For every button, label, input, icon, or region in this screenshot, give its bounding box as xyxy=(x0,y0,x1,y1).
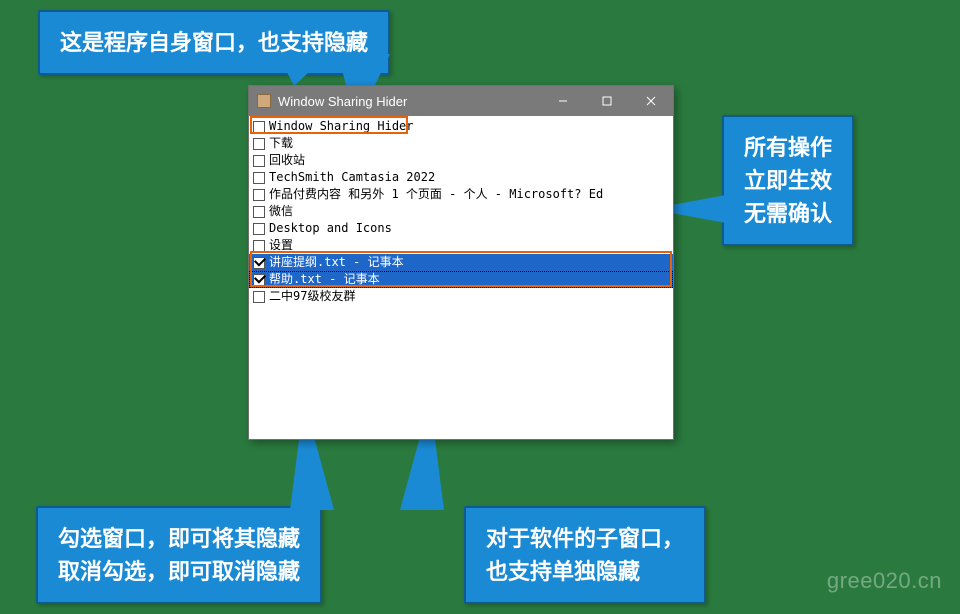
list-item-label: 作品付费内容 和另外 1 个页面 - 个人 - Microsoft? Ed xyxy=(269,186,603,203)
list-item-label: 二中97级校友群 xyxy=(269,288,355,305)
checkbox[interactable] xyxy=(253,189,265,201)
list-item-label: 帮助.txt - 记事本 xyxy=(269,271,380,288)
window-title: Window Sharing Hider xyxy=(278,94,407,109)
callout-subwindow: 对于软件的子窗口，也支持单独隐藏 xyxy=(464,506,706,604)
callout-immediate: 所有操作立即生效无需确认 xyxy=(722,115,854,246)
list-item-label: 设置 xyxy=(269,237,293,254)
list-item-label: 回收站 xyxy=(269,152,305,169)
close-button[interactable] xyxy=(629,86,673,116)
checkbox[interactable] xyxy=(253,172,265,184)
list-item-label: 讲座提纲.txt - 记事本 xyxy=(269,254,404,271)
list-item[interactable]: Window Sharing Hider xyxy=(249,118,673,135)
list-item[interactable]: 微信 xyxy=(249,203,673,220)
list-item-label: Window Sharing Hider xyxy=(269,118,414,135)
list-item-label: Desktop and Icons xyxy=(269,220,392,237)
maximize-button[interactable] xyxy=(585,86,629,116)
watermark-text: gree020.cn xyxy=(827,568,942,594)
checkbox[interactable] xyxy=(253,121,265,133)
list-item[interactable]: 下载 xyxy=(249,135,673,152)
list-item[interactable]: 设置 xyxy=(249,237,673,254)
list-item-label: 下载 xyxy=(269,135,293,152)
titlebar[interactable]: Window Sharing Hider xyxy=(249,86,673,116)
list-item[interactable]: 回收站 xyxy=(249,152,673,169)
window-checklist: Window Sharing Hider下载回收站TechSmith Camta… xyxy=(249,116,673,305)
callout-arrow-icon xyxy=(280,58,324,86)
checkbox[interactable] xyxy=(253,257,265,269)
app-window: Window Sharing Hider Window Sharing Hide… xyxy=(248,85,674,440)
list-item[interactable]: TechSmith Camtasia 2022 xyxy=(249,169,673,186)
checkbox[interactable] xyxy=(253,206,265,218)
list-item[interactable]: Desktop and Icons xyxy=(249,220,673,237)
checkbox[interactable] xyxy=(253,274,265,286)
list-item-label: TechSmith Camtasia 2022 xyxy=(269,169,435,186)
checkbox[interactable] xyxy=(253,155,265,167)
list-item[interactable]: 作品付费内容 和另外 1 个页面 - 个人 - Microsoft? Ed xyxy=(249,186,673,203)
list-item-label: 微信 xyxy=(269,203,293,220)
list-item[interactable]: 二中97级校友群 xyxy=(249,288,673,305)
list-item[interactable]: 帮助.txt - 记事本 xyxy=(249,271,673,288)
minimize-button[interactable] xyxy=(541,86,585,116)
checkbox[interactable] xyxy=(253,223,265,235)
list-item[interactable]: 讲座提纲.txt - 记事本 xyxy=(249,254,673,271)
app-icon xyxy=(257,94,271,108)
callout-check-hide: 勾选窗口，即可将其隐藏取消勾选，即可取消隐藏 xyxy=(36,506,322,604)
checkbox[interactable] xyxy=(253,240,265,252)
checkbox[interactable] xyxy=(253,291,265,303)
checkbox[interactable] xyxy=(253,138,265,150)
